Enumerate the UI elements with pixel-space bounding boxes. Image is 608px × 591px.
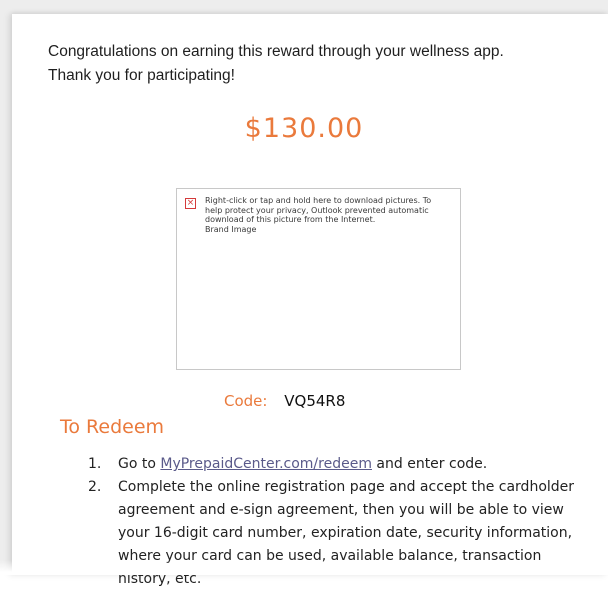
code-value: VQ54R8 [284,392,346,410]
list-item: 1. Go to MyPrepaidCenter.com/redeem and … [88,453,588,476]
brand-image-placeholder[interactable]: × Right-click or tap and hold here to do… [176,188,461,370]
step-number: 2. [88,479,102,495]
redeem-heading: To Redeem [60,416,165,438]
intro-message: Congratulations on earning this reward t… [48,40,596,88]
step-text-pre: Go to [118,456,161,472]
intro-line-2: Thank you for participating! [48,67,235,84]
broken-image-icon: × [185,198,196,209]
bottom-fade [0,560,608,575]
intro-line-1: Congratulations on earning this reward t… [48,43,504,60]
code-row: Code: VQ54R8 [224,392,345,410]
image-blocked-notice: Right-click or tap and hold here to down… [205,196,445,234]
image-alt-text: Brand Image [205,224,257,234]
image-blocked-text: Right-click or tap and hold here to down… [205,196,432,224]
redeem-link[interactable]: MyPrepaidCenter.com/redeem [160,456,372,472]
code-label: Code: [224,392,268,410]
step-text-post: and enter code. [371,456,488,472]
reward-amount: $130.00 [244,113,364,144]
step-number: 1. [88,456,102,472]
